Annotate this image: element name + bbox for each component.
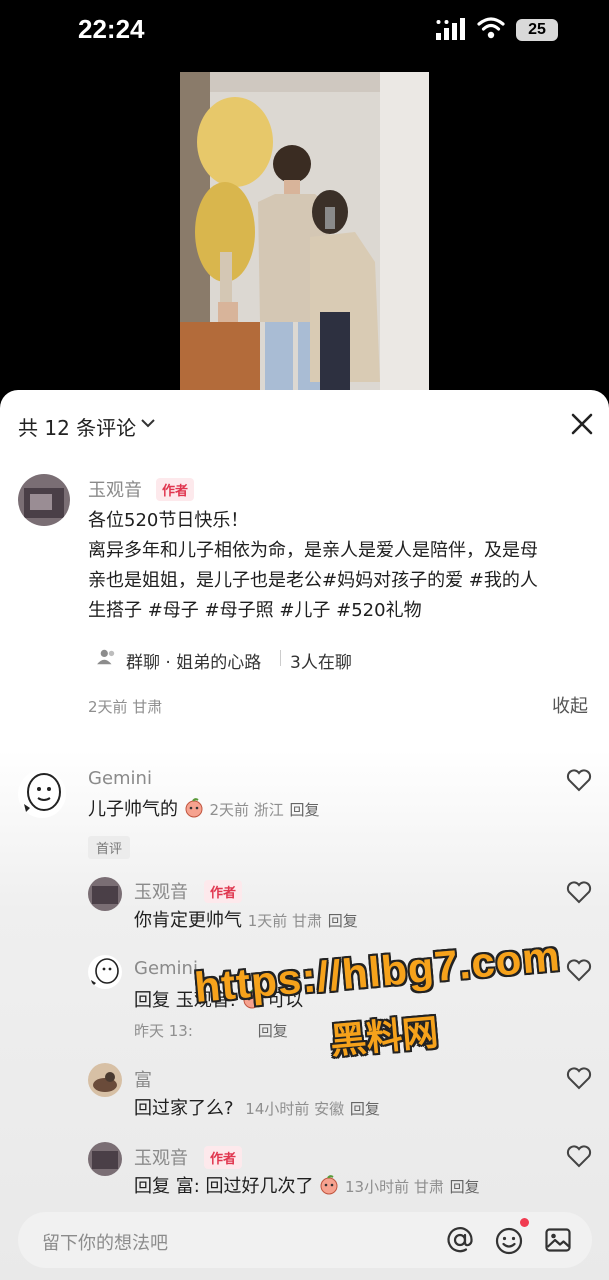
reply-text-content: 回复 富: 回过好几次了 xyxy=(134,1176,314,1197)
reply-text: 你肯定更帅气 1天前 甘肃 回复 xyxy=(134,906,358,936)
commenter-name[interactable]: Gemini xyxy=(88,768,152,789)
watermark-site-name: 黑料网 xyxy=(328,1012,440,1063)
reply-meta: 1天前 甘肃 xyxy=(247,912,323,930)
author-badge: 作者 xyxy=(204,1146,243,1169)
reply-name[interactable]: 富 xyxy=(134,1066,152,1092)
author-badge: 作者 xyxy=(204,880,243,903)
post-line: 亲也是姐姐，是儿子也是老公#妈妈对孩子的爱 #我的人 xyxy=(88,570,538,591)
heart-icon[interactable] xyxy=(566,1144,592,1168)
at-icon[interactable] xyxy=(446,1226,474,1254)
group-chat-label: 群聊 · 姐弟的心路 xyxy=(126,653,262,673)
emoji-icon[interactable] xyxy=(494,1226,524,1256)
post-line: 各位520节日快乐！ xyxy=(88,510,249,531)
author-badge: 作者 xyxy=(156,478,195,501)
reply-meta: 14小时前 安徽 xyxy=(245,1100,345,1118)
status-bar: 22:24 25 xyxy=(0,0,609,60)
comment-input-placeholder[interactable]: 留下你的想法吧 xyxy=(42,1229,168,1255)
reply-button[interactable]: 回复 xyxy=(350,1100,380,1118)
reply-name[interactable]: 玉观音 xyxy=(134,1144,188,1170)
wifi-icon xyxy=(477,17,505,39)
heart-icon[interactable] xyxy=(566,768,592,792)
commenter-avatar[interactable] xyxy=(18,770,66,818)
post-author-name[interactable]: 玉观音 xyxy=(88,476,142,502)
peach-emoji-icon xyxy=(185,798,203,818)
reply-button[interactable]: 回复 xyxy=(450,1178,480,1196)
reply-button[interactable]: 回复 xyxy=(290,801,320,819)
reply-text-content: 你肯定更帅气 xyxy=(134,910,242,931)
reply-name[interactable]: Gemini xyxy=(134,958,198,979)
image-icon[interactable] xyxy=(544,1226,572,1254)
heart-icon[interactable] xyxy=(566,1066,592,1090)
heart-icon[interactable] xyxy=(566,880,592,904)
reply-button[interactable]: 回复 xyxy=(258,1022,288,1040)
comment-text-content: 儿子帅气的 xyxy=(88,799,178,820)
comment-meta: 2天前 浙江 xyxy=(209,801,284,819)
reply-name[interactable]: 玉观音 xyxy=(134,878,188,904)
peach-emoji-icon xyxy=(320,1175,338,1195)
reply-text-content: 回过家了么? xyxy=(134,1098,234,1119)
group-divider xyxy=(280,650,281,666)
battery-indicator: 25 xyxy=(516,19,558,41)
heart-icon[interactable] xyxy=(566,958,592,982)
reply-text: 回过家了么? 14小时前 安徽 回复 xyxy=(134,1094,380,1124)
post-text: 各位520节日快乐！ 离异多年和儿子相依为命，是亲人是爱人是陪伴，及是母 亲也是… xyxy=(88,506,593,626)
author-avatar[interactable] xyxy=(18,474,70,526)
close-icon[interactable] xyxy=(568,410,596,438)
reply-avatar[interactable] xyxy=(88,877,122,911)
post-time-location: 2天前 甘肃 xyxy=(88,698,163,716)
reply-meta-row: 昨天 13: 回复 xyxy=(134,1020,288,1041)
post-photo[interactable] xyxy=(180,72,429,392)
comment-count-label[interactable]: 共 12 条评论 xyxy=(18,412,136,441)
reply-avatar[interactable] xyxy=(88,1063,122,1097)
photo-image xyxy=(180,72,429,392)
comment-text: 儿子帅气的 2天前 浙江 回复 xyxy=(88,795,320,825)
post-line: 离异多年和儿子相依为命，是亲人是爱人是陪伴，及是母 xyxy=(88,540,538,561)
comment-sheet-header: 共 12 条评论 xyxy=(0,390,609,456)
post-line: 生搭子 #母子 #母子照 #儿子 #520礼物 xyxy=(88,600,422,621)
collapse-button[interactable]: 收起 xyxy=(552,692,588,718)
status-time: 22:24 xyxy=(78,14,145,44)
reply-text: 回复 富: 回过好几次了 13小时前 甘肃 回复 xyxy=(134,1172,480,1202)
reply-meta: 13小时前 甘肃 xyxy=(344,1178,444,1196)
signal-icon xyxy=(436,18,465,40)
reply-avatar[interactable] xyxy=(88,955,122,989)
group-icon xyxy=(97,649,115,665)
reply-button[interactable]: 回复 xyxy=(328,912,358,930)
comment-sheet: 共 12 条评论 玉观音 作者 各位520节日快乐！ 离异多年和儿子相依为命，是… xyxy=(0,390,609,1280)
reply-avatar[interactable] xyxy=(88,1142,122,1176)
first-comment-tag: 首评 xyxy=(88,836,131,859)
group-chat-count: 3人在聊 xyxy=(290,653,352,673)
chevron-down-icon[interactable] xyxy=(140,416,156,430)
notification-dot xyxy=(520,1218,529,1227)
reply-meta: 昨天 13: xyxy=(134,1022,193,1040)
